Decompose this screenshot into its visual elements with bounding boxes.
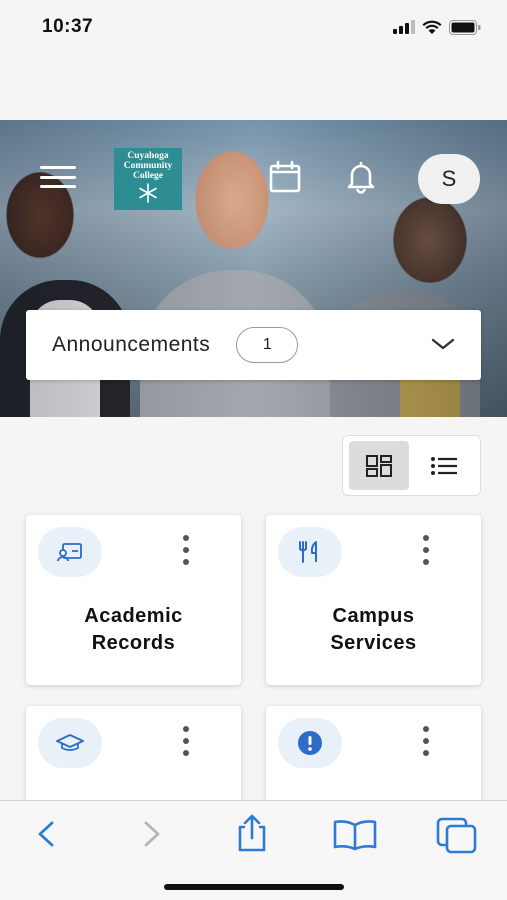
announcements-label: Announcements — [52, 333, 211, 356]
calendar-icon[interactable] — [268, 160, 302, 199]
more-options-icon[interactable] — [181, 726, 191, 756]
card-campus-services[interactable]: Campus Services — [266, 515, 481, 685]
card-title: Academic Records — [26, 603, 241, 657]
tabs-icon — [436, 817, 477, 854]
status-time: 10:37 — [42, 16, 94, 37]
status-bar: 10:37 — [0, 0, 507, 54]
id-card-icon — [57, 543, 82, 562]
view-toggle — [342, 435, 481, 496]
home-indicator — [164, 884, 344, 890]
announcements-count-badge: 1 — [236, 327, 299, 363]
card-title-line: Services — [330, 632, 417, 654]
hamburger-menu-icon[interactable] — [40, 162, 76, 192]
forward-button[interactable] — [140, 817, 164, 856]
wifi-icon — [422, 20, 442, 34]
logo-text-line: Cuyahoga — [127, 151, 169, 161]
grid-view-icon — [365, 454, 392, 477]
tabs-button[interactable] — [436, 817, 478, 860]
notification-bell-icon[interactable] — [344, 160, 378, 199]
avatar[interactable]: S — [418, 154, 480, 204]
more-options-icon[interactable] — [181, 535, 191, 565]
announcements-bar[interactable]: Announcements 1 — [26, 310, 481, 380]
card-academic-records[interactable]: Academic Records — [26, 515, 241, 685]
card-title-line: Records — [91, 632, 176, 654]
app-header: Cuyahoga Community College S — [0, 148, 507, 210]
more-options-icon[interactable] — [421, 726, 431, 756]
chevron-down-icon — [431, 338, 455, 350]
chevron-left-icon — [38, 821, 54, 847]
alert-circle-icon — [298, 731, 322, 755]
card-icon-circle — [38, 718, 102, 768]
share-button[interactable] — [234, 813, 270, 858]
cellular-signal-icon — [393, 20, 415, 34]
book-icon — [333, 820, 377, 851]
status-icons — [393, 19, 481, 35]
back-button[interactable] — [34, 817, 58, 856]
card-icon-circle — [278, 527, 342, 577]
utensils-icon — [299, 541, 317, 563]
college-logo: Cuyahoga Community College — [114, 148, 182, 210]
logo-text-line: Community — [123, 161, 173, 171]
card-icon-circle — [278, 718, 342, 768]
card-title-line: Campus — [332, 605, 415, 627]
snowflake-icon — [139, 183, 157, 203]
card-title: Campus Services — [266, 603, 481, 657]
battery-icon — [449, 19, 481, 35]
list-view-button[interactable] — [415, 441, 475, 490]
card-title-line: Academic — [84, 605, 183, 627]
avatar-initial: S — [441, 166, 457, 191]
share-icon — [238, 814, 266, 852]
graduation-cap-icon — [56, 734, 84, 751]
bookmarks-button[interactable] — [332, 819, 378, 856]
chevron-right-icon — [144, 821, 160, 847]
more-options-icon[interactable] — [421, 535, 431, 565]
list-view-icon — [431, 456, 458, 475]
card-icon-circle — [38, 527, 102, 577]
logo-text-line: College — [132, 171, 164, 181]
grid-view-button[interactable] — [349, 441, 409, 490]
screen: 10:37 Cuyahoga Community College S Annou… — [0, 0, 507, 900]
